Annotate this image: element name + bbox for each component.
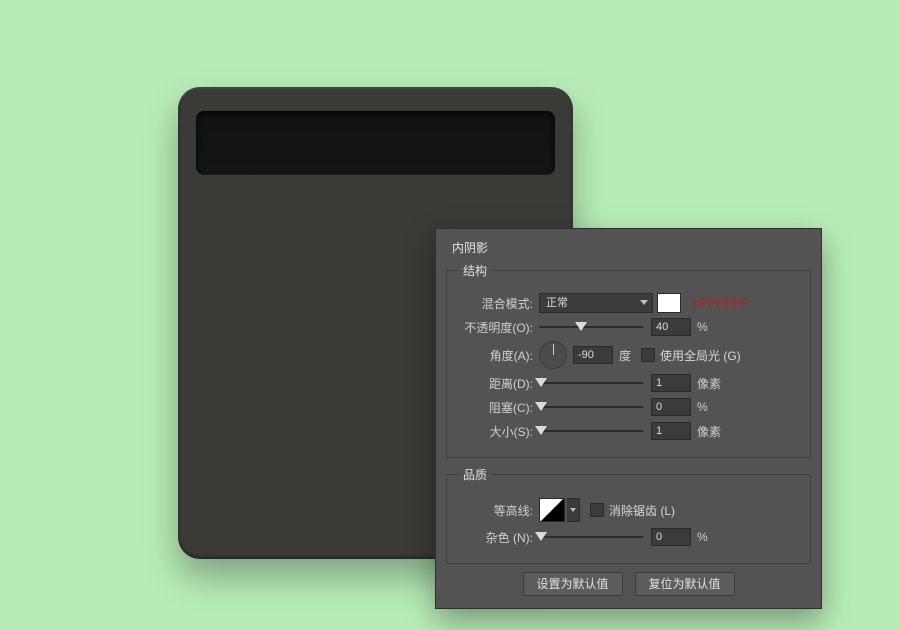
global-light-label: 使用全局光 (G) (660, 347, 741, 364)
angle-unit: 度 (619, 347, 631, 364)
quality-group: 品质 等高线: 消除锯齿 (L) 杂色 (N): 0 % (446, 466, 811, 564)
distance-input[interactable]: 1 (651, 374, 691, 392)
global-light-checkbox[interactable] (641, 348, 655, 362)
opacity-slider[interactable] (539, 321, 643, 333)
color-swatch[interactable] (657, 293, 681, 313)
angle-dial[interactable] (539, 341, 567, 369)
angle-label: 角度(A): (459, 347, 533, 364)
structure-group: 结构 混合模式: 正常 #FFFFFF 不透明度(O): 40 % 角度(A):… (446, 262, 811, 458)
size-unit: 像素 (697, 423, 721, 440)
angle-input[interactable]: -90 (573, 346, 613, 364)
choke-unit: % (697, 400, 708, 414)
chevron-down-icon (640, 300, 648, 305)
distance-slider[interactable] (539, 377, 643, 389)
noise-input[interactable]: 0 (651, 528, 691, 546)
make-default-button[interactable]: 设置为默认值 (523, 572, 623, 596)
layer-style-panel: 内阴影 结构 混合模式: 正常 #FFFFFF 不透明度(O): 40 % 角度… (435, 228, 822, 609)
choke-input[interactable]: 0 (651, 398, 691, 416)
contour-dropdown[interactable] (567, 498, 580, 522)
contour-label: 等高线: (459, 502, 533, 519)
antialias-label: 消除锯齿 (L) (609, 502, 675, 519)
blend-mode-label: 混合模式: (459, 295, 533, 312)
blend-mode-value: 正常 (546, 297, 568, 309)
reset-default-button[interactable]: 复位为默认值 (635, 572, 735, 596)
opacity-input[interactable]: 40 (651, 318, 691, 336)
choke-label: 阻塞(C): (459, 399, 533, 416)
quality-legend: 品质 (459, 466, 491, 483)
panel-title: 内阴影 (452, 239, 811, 256)
antialias-checkbox[interactable] (590, 503, 604, 517)
blend-mode-select[interactable]: 正常 (539, 293, 653, 313)
opacity-label: 不透明度(O): (459, 319, 533, 336)
size-label: 大小(S): (459, 423, 533, 440)
noise-unit: % (697, 530, 708, 544)
hex-callout: #FFFFFF (693, 296, 747, 310)
contour-picker[interactable] (539, 498, 565, 522)
noise-slider[interactable] (539, 531, 643, 543)
choke-slider[interactable] (539, 401, 643, 413)
size-slider[interactable] (539, 425, 643, 437)
distance-unit: 像素 (697, 375, 721, 392)
distance-label: 距离(D): (459, 375, 533, 392)
device-screen (196, 111, 555, 175)
noise-label: 杂色 (N): (459, 529, 533, 546)
size-input[interactable]: 1 (651, 422, 691, 440)
opacity-unit: % (697, 320, 708, 334)
structure-legend: 结构 (459, 262, 491, 279)
